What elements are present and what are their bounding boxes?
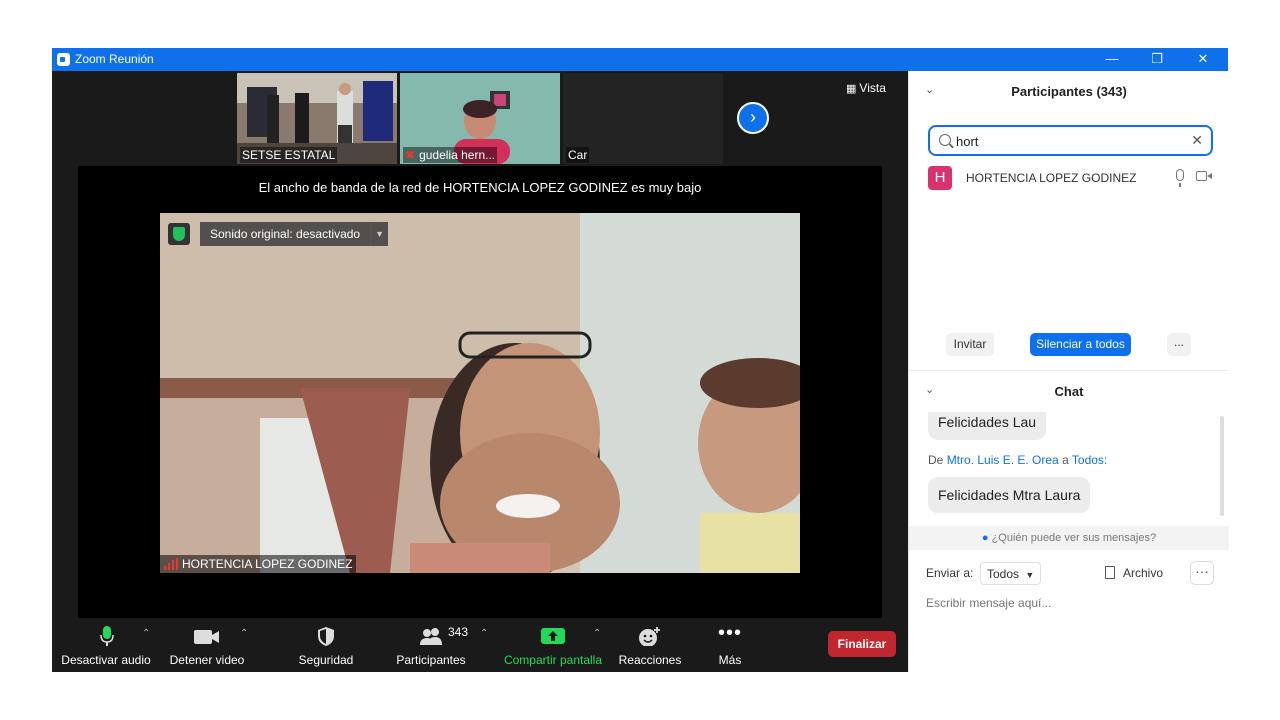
participant-name: HORTENCIA LOPEZ GODINEZ [182, 557, 353, 571]
window-title: Zoom Reunión [75, 52, 154, 66]
clear-search-icon[interactable]: ✕ [1191, 132, 1203, 149]
participant-name-tag: HORTENCIA LOPEZ GODINEZ [160, 555, 357, 573]
from-prefix: De [928, 453, 944, 467]
close-window-icon[interactable]: ✕ [1180, 48, 1226, 71]
grid-icon: ▦ [846, 83, 857, 95]
invite-button[interactable]: Invitar [946, 333, 994, 356]
send-to-label: Enviar a: [926, 566, 974, 580]
chat-message: Felicidades Mtra Laura [928, 477, 1091, 513]
participants-icon [420, 628, 442, 645]
share-screen-label: Compartir pantalla [503, 653, 603, 667]
participants-title: Participantes (343) [1011, 84, 1127, 99]
video-camera-icon [1196, 171, 1212, 181]
video-camera-icon [194, 630, 219, 644]
meeting-area: SETSE ESTATAL ✖ gudelia hern... Car › ▦ Vi… [52, 71, 908, 672]
recipient-value: Todos [987, 567, 1020, 581]
more-dots-icon: ••• [717, 622, 742, 644]
microphone-icon [1176, 169, 1184, 187]
restore-icon[interactable]: ❐ [1134, 48, 1180, 71]
who-can-see-link[interactable]: ● ¿Quién puede ver sus mensajes? [909, 526, 1229, 550]
video-thumbnail[interactable]: Car [563, 73, 723, 164]
file-icon [1105, 566, 1115, 579]
bandwidth-warning: El ancho de banda de la red de HORTENCIA… [258, 180, 702, 195]
participants-count: 343 [448, 625, 469, 639]
thumbnail-label: Car [566, 147, 590, 163]
chat-message: Felicidades Lau [928, 412, 1047, 440]
minimize-icon[interactable]: — [1089, 48, 1135, 71]
audio-options-chevron-icon[interactable]: ⌃ [142, 628, 150, 639]
main-video[interactable]: Sonido original: desactivado ▼ HORTENCIA… [160, 213, 800, 573]
search-input[interactable] [956, 132, 1176, 150]
file-button[interactable]: Archivo [1105, 566, 1163, 580]
recipient-dropdown[interactable]: Todos ▼ [980, 562, 1042, 585]
muted-mic-icon: ✖ [405, 148, 416, 162]
participant-row[interactable]: H HORTENCIA LOPEZ GODINEZ [928, 166, 1218, 192]
chat-header: ⌄ Chat [909, 371, 1229, 411]
active-speaker-stage: El ancho de banda de la red de HORTENCIA… [78, 166, 882, 618]
share-screen-icon [541, 628, 565, 644]
view-button[interactable]: ▦ Vista [846, 81, 886, 95]
more-label: Más [718, 653, 742, 667]
more-options-button[interactable]: ... [1167, 333, 1191, 356]
participants-header: ⌄ Participantes (343) [909, 71, 1229, 111]
chat-more-button[interactable]: ··· [1190, 561, 1214, 585]
end-meeting-button[interactable]: Finalizar [828, 631, 896, 657]
mute-all-button[interactable]: Silenciar a todos [1030, 333, 1131, 356]
shield-icon [318, 627, 334, 646]
file-label: Archivo [1123, 566, 1164, 580]
reactions-label: Reacciones [618, 653, 682, 667]
person-icon: ● [981, 532, 989, 544]
participants-label: Participantes [396, 653, 466, 667]
avatar: H [928, 166, 952, 190]
poor-signal-icon [164, 558, 178, 570]
chat-sender-line: De Mtro. Luis E. E. Orea a Todos: [928, 453, 1107, 467]
thumbnail-name: gudelia hern... [419, 148, 496, 162]
title-bar: Zoom Reunión — ❐ ✕ [52, 48, 1228, 71]
side-panel: ⌄ Participantes (343) ✕ H HORTENCIA LOPE… [908, 71, 1229, 672]
to-prefix: a [1062, 453, 1069, 467]
security-label: Seguridad [298, 653, 354, 667]
next-page-button[interactable]: › [737, 102, 769, 134]
original-sound-toggle[interactable]: Sonido original: desactivado [200, 222, 371, 246]
participants-options-chevron-icon[interactable]: ⌃ [480, 628, 488, 639]
video-thumbnail[interactable]: SETSE ESTATAL [237, 73, 397, 164]
thumbnail-label: ✖ gudelia hern... [403, 147, 498, 163]
chevron-down-icon: ▼ [1025, 570, 1035, 580]
thumbnail-label: SETSE ESTATAL [240, 147, 338, 163]
participants-button[interactable]: 343 Participantes [388, 618, 474, 672]
mute-audio-label: Desactivar audio [61, 653, 151, 667]
search-icon [939, 134, 951, 146]
microphone-icon [100, 626, 114, 646]
video-thumbnail[interactable]: ✖ gudelia hern... [400, 73, 560, 164]
share-screen-button[interactable]: Compartir pantalla [502, 618, 604, 672]
reaction-emoji-icon [639, 627, 660, 646]
stop-video-label: Detener video [169, 653, 245, 667]
stop-video-button[interactable]: Detener video [164, 618, 250, 672]
chevron-down-icon[interactable]: ▼ [370, 222, 389, 246]
zoom-window: Zoom Reunión — ❐ ✕ SETSE ESTATAL ✖ gudel… [52, 48, 1229, 672]
participant-name: HORTENCIA LOPEZ GODINEZ [966, 171, 1137, 185]
chat-scrollbar[interactable] [1220, 416, 1224, 516]
reactions-button[interactable]: Reacciones [614, 618, 686, 672]
chat-title: Chat [1054, 384, 1084, 399]
security-button[interactable]: Seguridad [288, 618, 364, 672]
recipient-name: Todos: [1071, 453, 1108, 467]
sender-name[interactable]: Mtro. Luis E. E. Orea [947, 453, 1059, 467]
mute-audio-button[interactable]: Desactivar audio [58, 618, 154, 672]
video-options-chevron-icon[interactable]: ⌃ [240, 628, 248, 639]
chat-messages: Felicidades Lau De Mtro. Luis E. E. Orea… [909, 412, 1229, 524]
view-label: Vista [859, 81, 886, 95]
share-options-chevron-icon[interactable]: ⌃ [593, 628, 601, 639]
participant-search[interactable]: ✕ [928, 125, 1213, 156]
who-can-see-label: ¿Quién puede ver sus mensajes? [991, 532, 1157, 544]
more-button[interactable]: ••• Más [702, 618, 758, 672]
meeting-toolbar: Desactivar audio ⌃ Detener video ⌃ Segur… [52, 618, 908, 672]
chat-message-input[interactable] [926, 594, 1216, 612]
zoom-app-icon [57, 53, 70, 66]
original-sound-badge: Sonido original: desactivado ▼ [168, 222, 389, 246]
shield-icon [168, 223, 190, 245]
video-scene [160, 213, 800, 573]
